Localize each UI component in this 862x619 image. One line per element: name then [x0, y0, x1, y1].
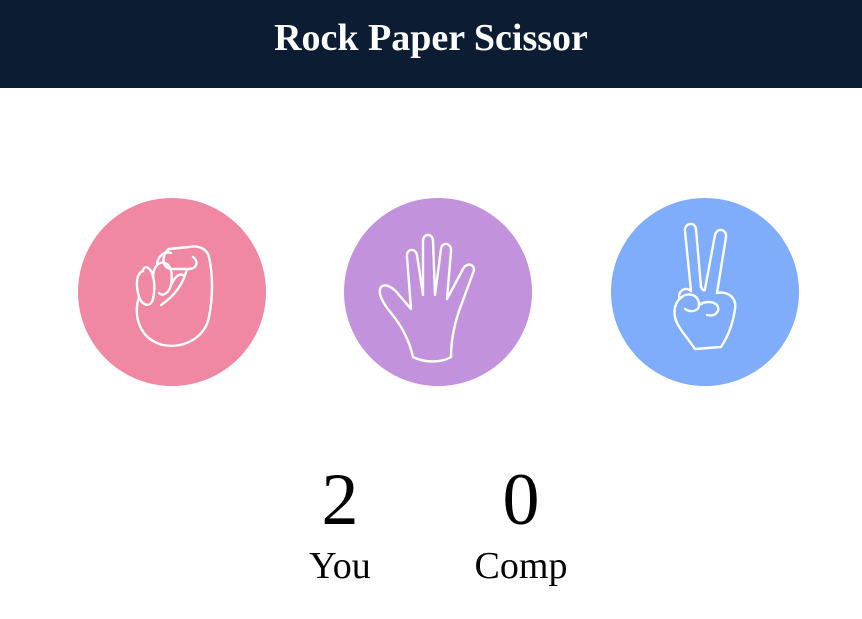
peace-sign-icon [673, 222, 737, 351]
header-bar: Rock Paper Scissor [0, 0, 862, 88]
comp-score-label: Comp [474, 545, 568, 587]
open-hand-icon [378, 233, 476, 363]
user-score-value: 2 [321, 459, 359, 541]
page-title: Rock Paper Scissor [274, 17, 588, 59]
paper-choice-button[interactable] [344, 198, 532, 386]
comp-score: 0 Comp [451, 460, 591, 588]
fist-icon [135, 245, 214, 347]
rock-choice-button[interactable] [78, 198, 266, 386]
user-score-label: You [309, 545, 371, 587]
comp-score-value: 0 [502, 459, 540, 541]
scissors-choice-button[interactable] [611, 198, 799, 386]
user-score: 2 You [270, 460, 410, 588]
